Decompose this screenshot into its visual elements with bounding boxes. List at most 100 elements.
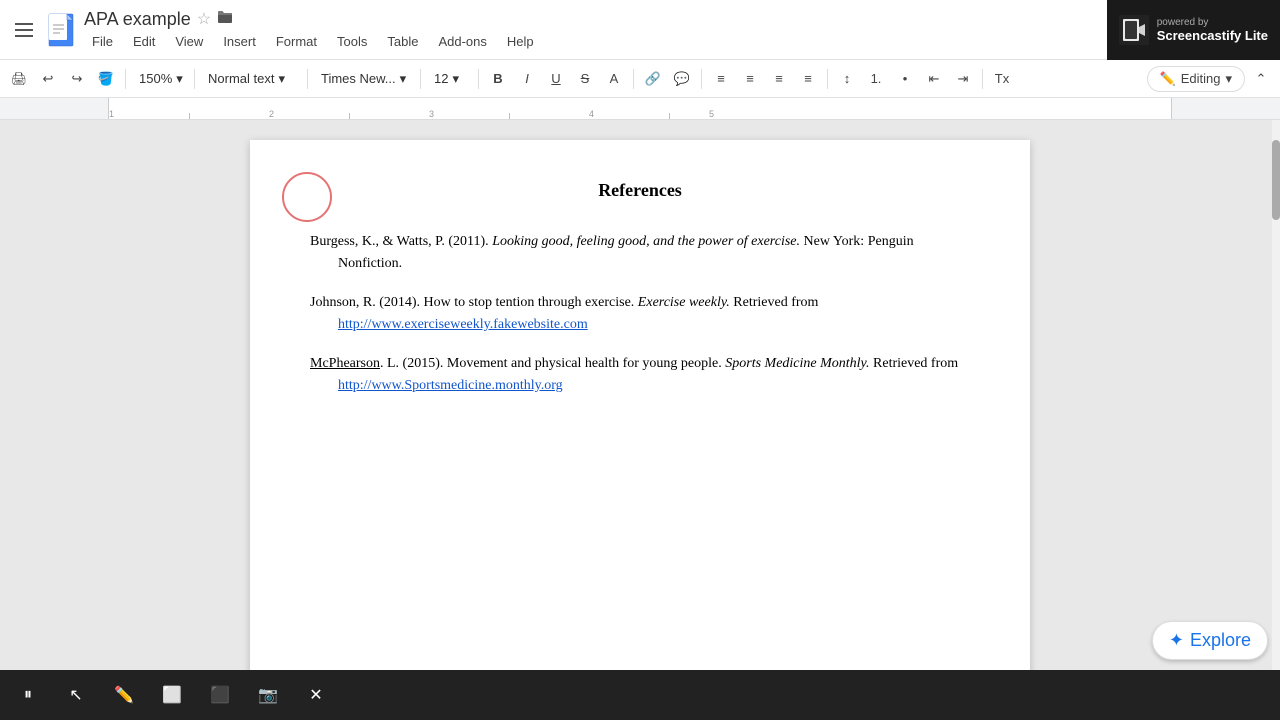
explore-icon: ✦ — [1169, 630, 1184, 651]
sep5 — [478, 69, 479, 89]
line-spacing-btn[interactable]: ↕ — [834, 66, 860, 92]
font-chevron: ▾ — [400, 71, 407, 87]
doc-page[interactable]: References Burgess, K., & Watts, P. (201… — [250, 140, 1030, 700]
folder-icon[interactable] — [217, 9, 233, 30]
screencastify-logo: powered by Screencastify Lite — [1107, 0, 1280, 60]
size-chevron: ▾ — [452, 71, 459, 87]
sep7 — [701, 69, 702, 89]
cursor-btn[interactable]: ↖ — [60, 679, 92, 711]
sep6 — [633, 69, 634, 89]
pencil-icon: ✏️ — [1160, 71, 1176, 87]
ruler-mark-2: 2 — [269, 109, 274, 119]
ruler: 1 2 3 4 5 — [0, 98, 1280, 120]
ref1-text: Burgess, K., & Watts, P. (2011). Looking… — [310, 234, 914, 271]
pause-btn[interactable]: ⏸ — [12, 679, 44, 711]
zoom-dropdown[interactable]: 150% ▾ — [132, 66, 188, 92]
indent-dec-btn[interactable]: ⇤ — [921, 66, 947, 92]
page-area: References Burgess, K., & Watts, P. (201… — [0, 120, 1280, 720]
menu-addons[interactable]: Add-ons — [430, 32, 494, 51]
font-value: Times New... — [321, 71, 396, 86]
italic-btn[interactable]: I — [514, 66, 540, 92]
doc-title-row: APA example ☆ — [84, 9, 1107, 30]
star-icon[interactable]: ☆ — [197, 9, 211, 29]
menu-file[interactable]: File — [84, 32, 121, 51]
bold-btn[interactable]: B — [485, 66, 511, 92]
toolbar: 🖨 ↩ ↪ 🪣 150% ▾ Normal text ▾ Times New..… — [0, 60, 1280, 98]
ruler-mark-4: 4 — [589, 109, 594, 119]
ruler-inner: 1 2 3 4 5 — [108, 98, 1172, 119]
menu-table[interactable]: Table — [379, 32, 426, 51]
circle-annotation — [282, 172, 332, 222]
ruler-mark-1: 1 — [109, 109, 114, 119]
style-chevron: ▾ — [278, 71, 285, 87]
camera-btn[interactable]: 📷 — [252, 679, 284, 711]
align-right-btn[interactable]: ≡ — [766, 66, 792, 92]
zoom-chevron: ▾ — [176, 71, 183, 87]
menu-edit[interactable]: Edit — [125, 32, 163, 51]
sep8 — [827, 69, 828, 89]
editing-label: Editing — [1181, 71, 1221, 86]
zoom-value: 150% — [139, 71, 172, 86]
sep2 — [194, 69, 195, 89]
undo-btn[interactable]: ↩ — [35, 66, 61, 92]
references-heading: References — [310, 180, 970, 201]
explore-btn[interactable]: ✦ Explore — [1152, 621, 1268, 660]
sep4 — [420, 69, 421, 89]
close-btn[interactable]: ✕ — [300, 679, 332, 711]
ref2-link[interactable]: http://www.exerciseweekly.fakewebsite.co… — [338, 317, 588, 332]
bottom-bar: ⏸ ↖ ✏️ ⬜ ⬛ 📷 ✕ — [0, 670, 1280, 720]
indent-inc-btn[interactable]: ⇥ — [950, 66, 976, 92]
ref2-text: Johnson, R. (2014). How to stop tention … — [310, 295, 818, 310]
sep1 — [125, 69, 126, 89]
ruler-tick — [509, 113, 510, 119]
reference-entry-1: Burgess, K., & Watts, P. (2011). Looking… — [338, 231, 970, 276]
right-scrollbar[interactable] — [1272, 120, 1280, 720]
references-title: References — [598, 180, 682, 200]
sep9 — [982, 69, 983, 89]
align-left-btn[interactable]: ≡ — [708, 66, 734, 92]
underline-btn[interactable]: U — [543, 66, 569, 92]
draw-btn[interactable]: ✏️ — [108, 679, 140, 711]
link-btn[interactable]: 🔗 — [640, 66, 666, 92]
menu-help[interactable]: Help — [499, 32, 542, 51]
shape-btn[interactable]: ⬛ — [204, 679, 236, 711]
ol-btn[interactable]: 1. — [863, 66, 889, 92]
editing-mode-btn[interactable]: ✏️ Editing ▾ — [1147, 66, 1245, 92]
redo-btn[interactable]: ↪ — [64, 66, 90, 92]
ruler-mark-3: 3 — [429, 109, 434, 119]
doc-title[interactable]: APA example — [84, 9, 191, 30]
menu-insert[interactable]: Insert — [215, 32, 264, 51]
style-value: Normal text — [208, 71, 274, 86]
collapse-toolbar-btn[interactable]: ⌃ — [1248, 66, 1274, 92]
title-area: APA example ☆ File Edit View Insert Form… — [84, 9, 1107, 51]
style-dropdown[interactable]: Normal text ▾ — [201, 66, 301, 92]
text-color-btn[interactable]: A — [601, 66, 627, 92]
editing-chevron: ▾ — [1225, 71, 1232, 87]
menu-format[interactable]: Format — [268, 32, 325, 51]
menu-row: File Edit View Insert Format Tools Table… — [84, 32, 1107, 51]
align-center-btn[interactable]: ≡ — [737, 66, 763, 92]
font-dropdown[interactable]: Times New... ▾ — [314, 66, 414, 92]
reference-entry-2: Johnson, R. (2014). How to stop tention … — [338, 292, 970, 337]
font-size-dropdown[interactable]: 12 ▾ — [427, 66, 472, 92]
ruler-tick — [349, 113, 350, 119]
explore-label: Explore — [1190, 630, 1251, 651]
print-btn[interactable]: 🖨 — [6, 66, 32, 92]
screencastify-text: powered by Screencastify Lite — [1157, 17, 1268, 43]
format-paint-btn[interactable]: 🪣 — [93, 66, 119, 92]
ul-btn[interactable]: • — [892, 66, 918, 92]
align-justify-btn[interactable]: ≡ — [795, 66, 821, 92]
strikethrough-btn[interactable]: S — [572, 66, 598, 92]
sep3 — [307, 69, 308, 89]
ref3-link[interactable]: http://www.Sportsmedicine.monthly.org — [338, 378, 563, 393]
eraser-btn[interactable]: ⬜ — [156, 679, 188, 711]
menu-tools[interactable]: Tools — [329, 32, 375, 51]
hamburger-icon[interactable] — [8, 14, 40, 46]
ruler-mark-5: 5 — [709, 109, 714, 119]
comment-btn[interactable]: 💬 — [669, 66, 695, 92]
scrollbar-thumb[interactable] — [1272, 140, 1280, 220]
screencastify-logo-icon — [1119, 15, 1149, 45]
clear-format-btn[interactable]: Tx — [989, 66, 1015, 92]
menu-view[interactable]: View — [167, 32, 211, 51]
top-bar: APA example ☆ File Edit View Insert Form… — [0, 0, 1280, 60]
